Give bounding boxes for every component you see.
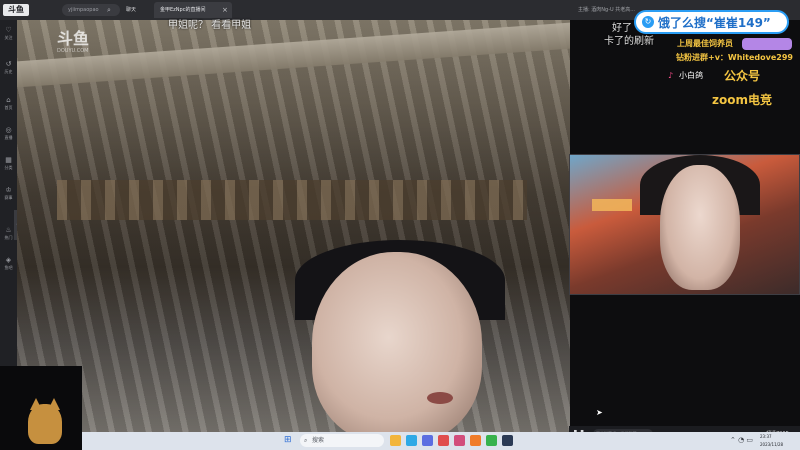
pip-face bbox=[660, 165, 740, 290]
wechat-icon[interactable] bbox=[486, 435, 497, 446]
overlay-best-feeder: 上周最佳饲养员 bbox=[677, 39, 733, 48]
history-icon: ↺ bbox=[5, 60, 12, 68]
trophy-icon: ♔ bbox=[5, 186, 12, 194]
search-icon: ⌕ bbox=[304, 437, 308, 444]
streamer-mouth bbox=[427, 392, 453, 404]
sidebar-item-follow[interactable]: ♡ 关注 bbox=[0, 26, 17, 50]
danmaku-message: 好了 bbox=[612, 23, 632, 34]
video-watermark: 斗鱼 bbox=[57, 29, 90, 48]
main-video-player[interactable]: 斗鱼 DOUYU.COM bbox=[17, 20, 570, 432]
streamer-face bbox=[312, 252, 482, 432]
danmaku-message: 甲姐呢？ 看看甲姐 bbox=[168, 20, 252, 31]
home-icon: ⌂ bbox=[6, 96, 11, 104]
sidebar-item-live[interactable]: ◎ 直播 bbox=[0, 126, 17, 150]
live-icon: ◎ bbox=[5, 126, 12, 134]
overlay-handle: 小白鸽 bbox=[679, 71, 703, 80]
steam-icon[interactable] bbox=[502, 435, 513, 446]
room-header-info: 主播: 酒肉Ng-U 共老高... bbox=[578, 7, 636, 13]
sidebar-item-category[interactable]: ▦ 分类 bbox=[0, 156, 17, 180]
search-icon[interactable]: ⌕ bbox=[107, 4, 115, 16]
chat-nav-link[interactable]: 聊天 bbox=[126, 3, 136, 17]
sidebar-item-history[interactable]: ↺ 历史 bbox=[0, 60, 17, 84]
mouse-cursor-icon: ➤ bbox=[596, 408, 603, 417]
sidebar-item-home[interactable]: ⌂ 首页 bbox=[0, 96, 17, 120]
heart-icon: ♡ bbox=[5, 26, 12, 34]
sidebar-item-events[interactable]: ♔ 赛事 bbox=[0, 186, 17, 210]
taskbar-time[interactable]: 23:37 bbox=[760, 433, 772, 441]
app-icon[interactable] bbox=[454, 435, 465, 446]
video-scene-beam bbox=[17, 22, 570, 88]
grid-icon: ▦ bbox=[5, 156, 12, 164]
tiktok-icon: ♪ bbox=[668, 71, 674, 80]
folder-icon[interactable] bbox=[390, 435, 401, 446]
fish-icon: ◈ bbox=[5, 256, 12, 264]
tab-live-room[interactable]: 金甲EzNpc的直播间 bbox=[154, 2, 232, 18]
refresh-icon: ↻ bbox=[642, 16, 654, 28]
close-icon[interactable]: × bbox=[222, 2, 232, 18]
overlay-fan-group: 钻粉进群+v：Whitedove299 bbox=[676, 53, 793, 62]
app-icon[interactable] bbox=[438, 435, 449, 446]
picture-in-picture-video[interactable] bbox=[569, 154, 800, 295]
video-watermark-sub: DOUYU.COM bbox=[57, 48, 89, 54]
edge-icon[interactable] bbox=[406, 435, 417, 446]
system-tray[interactable]: ⌃ ◔ ▭ bbox=[730, 435, 753, 445]
windows-start-icon[interactable]: ⊞ bbox=[284, 435, 294, 445]
overlay-sponsor: zoom电竞 bbox=[712, 93, 772, 107]
pip-background-sign bbox=[592, 199, 632, 211]
promo-text: 饿了么搜“崔崔149” bbox=[658, 16, 771, 30]
overlay-public-account: 公众号 bbox=[724, 69, 761, 83]
taskbar-search[interactable]: 搜索 bbox=[300, 434, 384, 447]
video-scene-rafters bbox=[57, 180, 527, 220]
douyu-logo[interactable]: 斗鱼 bbox=[3, 4, 29, 16]
sidebar-item-forum[interactable]: ◈ 鱼吧 bbox=[0, 256, 17, 280]
promo-banner: ↻ 饿了么搜“崔崔149” bbox=[634, 10, 789, 34]
danmaku-message: 卡了的刷新 bbox=[604, 36, 654, 47]
overlay-highlight-box bbox=[742, 38, 792, 50]
cat-avatar bbox=[28, 404, 62, 444]
app-icon[interactable] bbox=[422, 435, 433, 446]
app-icon[interactable] bbox=[470, 435, 481, 446]
taskbar-date[interactable]: 2023/11/28 bbox=[760, 441, 783, 449]
